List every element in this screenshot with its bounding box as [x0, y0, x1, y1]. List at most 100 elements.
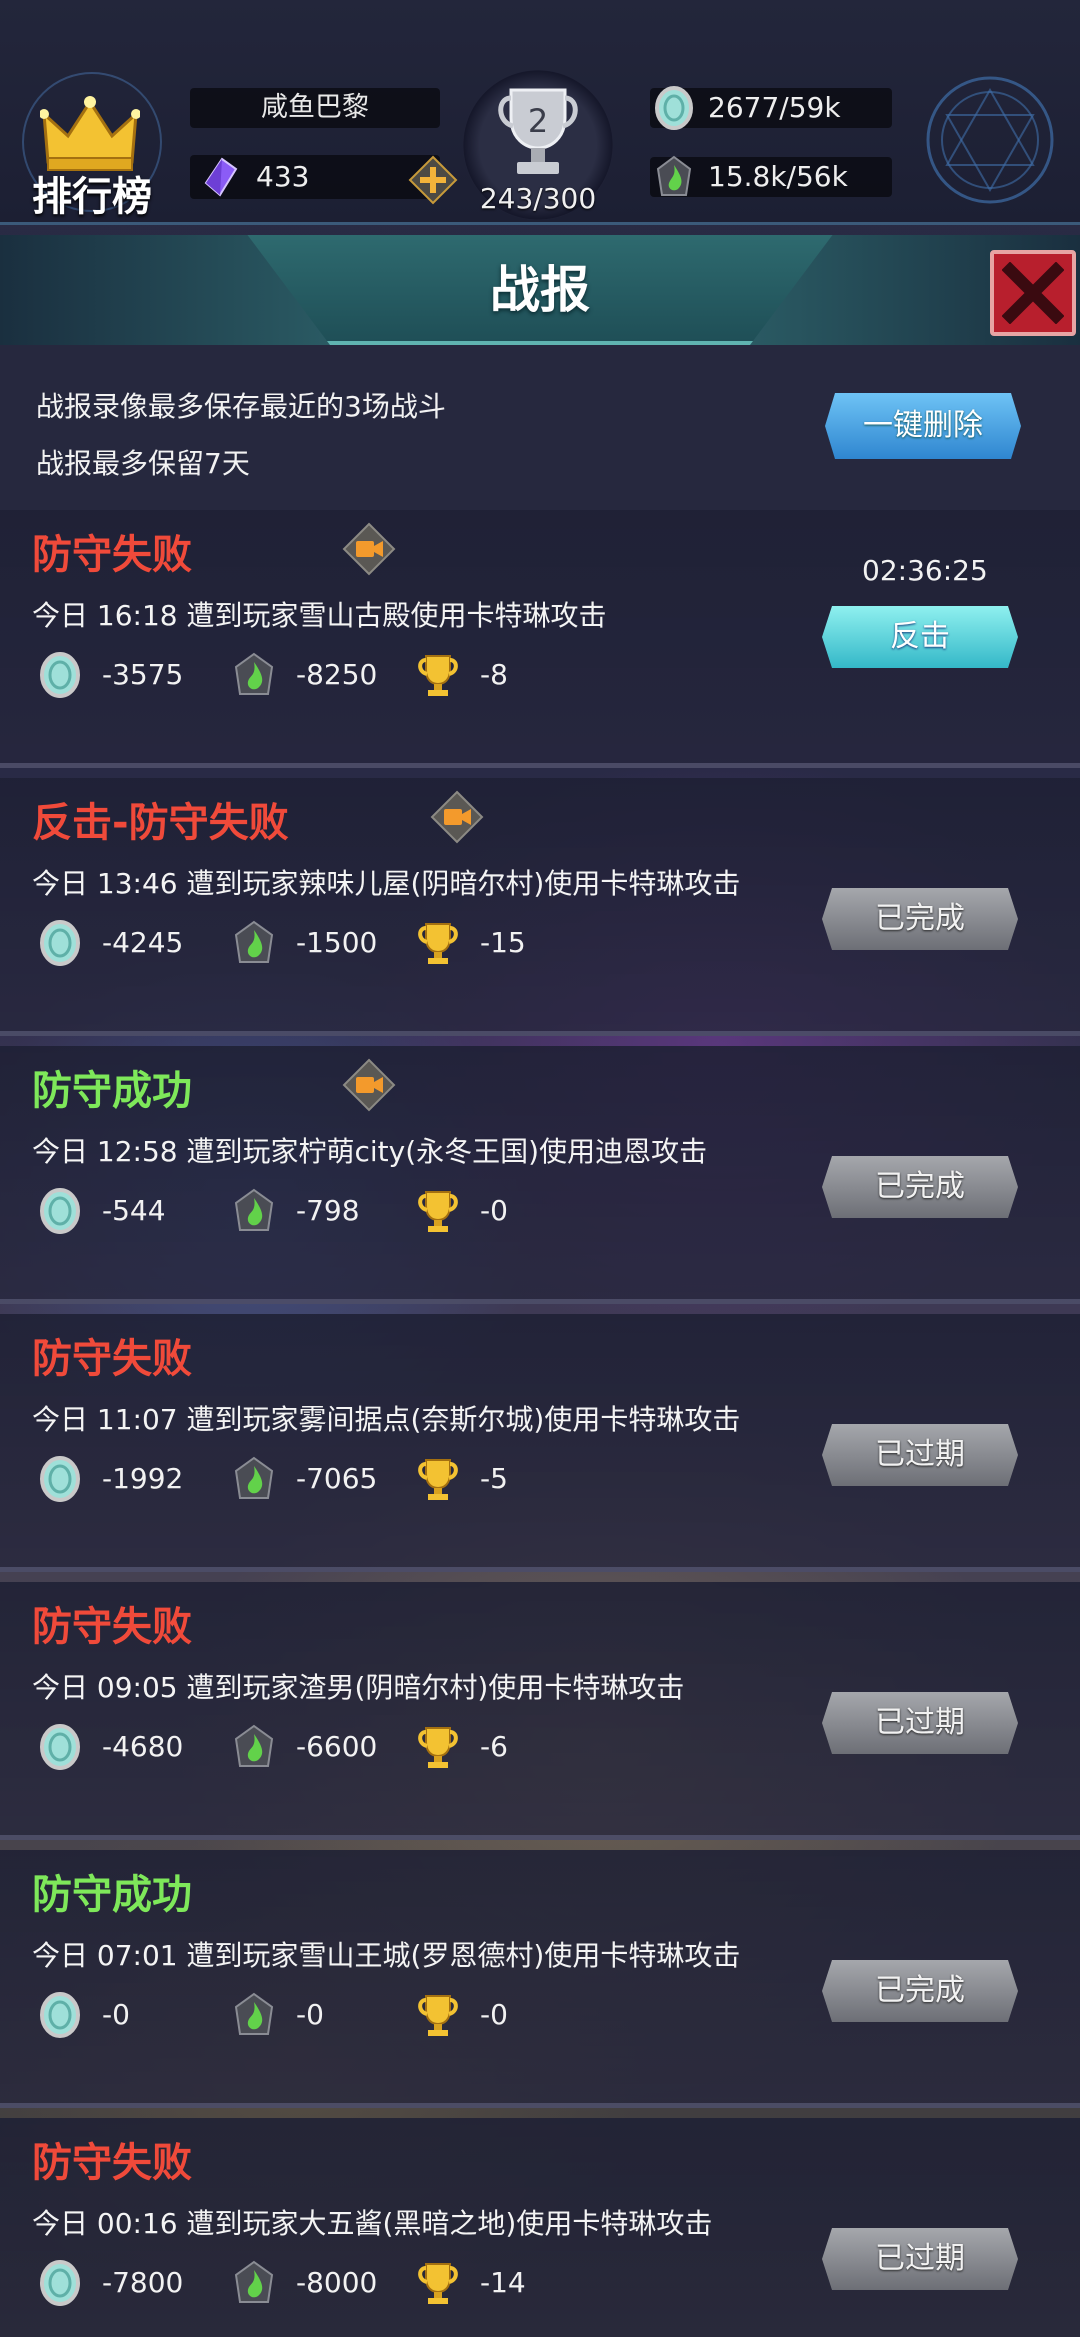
battle-record: 防守成功今日 12:58 遭到玩家柠萌city(永冬王国)使用迪恩攻击 -544 -… — [0, 1046, 1080, 1304]
gold-trophy-icon — [418, 2263, 458, 2304]
record-result-title: 反击-防守失败 — [32, 800, 289, 846]
green-drop-icon — [234, 1188, 274, 1231]
teal-coin-icon — [40, 652, 80, 698]
battle-record: 防守成功今日 07:01 遭到玩家雪山王城(罗恩德村)使用卡特琳攻击 -0 -0 -0… — [0, 1850, 1080, 2108]
elixir-loss-value: -7065 — [296, 1462, 378, 1495]
teal-coin-icon — [40, 920, 80, 966]
teal-coin-icon — [40, 1188, 80, 1234]
battle-record: 防守失败今日 16:18 遭到玩家雪山古殿使用卡特琳攻击 -3575 -8250 -8… — [0, 510, 1080, 768]
trophy-loss-value: -0 — [480, 1194, 508, 1227]
gold-trophy-icon — [418, 655, 458, 696]
teal-coin-icon — [655, 86, 693, 130]
gold-trophy-icon — [418, 923, 458, 964]
record-result-title: 防守成功 — [32, 1872, 192, 1918]
record-result-title: 防守成功 — [32, 1068, 192, 1114]
purple-gem-icon — [204, 157, 238, 197]
close-icon — [1002, 262, 1064, 324]
green-drop-icon — [234, 652, 274, 695]
record-result-title: 防守失败 — [32, 532, 192, 578]
leaderboard-label: 排行榜 — [32, 174, 152, 220]
battle-report-title-bar: 战报 — [0, 235, 1080, 345]
coin-loss-value: -3575 — [102, 658, 184, 691]
record-action-button[interactable]: 已过期 — [822, 1692, 1018, 1754]
record-description: 今日 11:07 遭到玩家雾间据点(奈斯尔城)使用卡特琳攻击 — [32, 1403, 741, 1436]
info-replay-limit: 战报录像最多保存最近的3场战斗 — [36, 390, 446, 423]
elixir-resource: 15.8k/56k — [650, 155, 892, 197]
replay-video-icon[interactable] — [342, 1058, 396, 1112]
coin-value: 2677/59k — [708, 91, 841, 124]
trophy-loss-value: -0 — [480, 1998, 508, 2031]
coin-loss-value: -0 — [102, 1998, 130, 2031]
elixir-value: 15.8k/56k — [708, 160, 848, 193]
coin-loss-value: -1992 — [102, 1462, 184, 1495]
trophy-loss-value: -8 — [480, 658, 508, 691]
record-description: 今日 09:05 遭到玩家渣男(阴暗尔村)使用卡特琳攻击 — [32, 1671, 685, 1704]
elixir-loss-value: -798 — [296, 1194, 360, 1227]
record-description: 今日 16:18 遭到玩家雪山古殿使用卡特琳攻击 — [32, 599, 607, 632]
teal-coin-icon — [40, 1456, 80, 1502]
magic-circle-icon — [926, 76, 1054, 204]
elixir-loss-value: -8250 — [296, 658, 378, 691]
battle-report-info: 战报录像最多保存最近的3场战斗 战报最多保留7天 一键删除 — [0, 345, 1080, 510]
gold-trophy-icon — [418, 1191, 458, 1232]
trophy-loss-value: -15 — [480, 926, 526, 959]
gold-trophy-icon — [418, 1459, 458, 1500]
elixir-loss-value: -0 — [296, 1998, 324, 2031]
replay-video-icon[interactable] — [430, 790, 484, 844]
record-description: 今日 07:01 遭到玩家雪山王城(罗恩德村)使用卡特琳攻击 — [32, 1939, 741, 1972]
record-action-button[interactable]: 已过期 — [822, 2228, 1018, 2290]
record-description: 今日 00:16 遭到玩家大五酱(黑暗之地)使用卡特琳攻击 — [32, 2207, 713, 2240]
elixir-loss-value: -8000 — [296, 2266, 378, 2299]
record-result-title: 防守失败 — [32, 1336, 192, 1382]
gold-trophy-icon — [418, 1727, 458, 1768]
record-description: 今日 13:46 遭到玩家辣味儿屋(阴暗尔村)使用卡特琳攻击 — [32, 867, 741, 900]
trophy-level-number: 2 — [528, 102, 548, 140]
coin-loss-value: -4680 — [102, 1730, 184, 1763]
revenge-timer: 02:36:25 — [862, 554, 988, 587]
battle-record: 防守失败今日 09:05 遭到玩家渣男(阴暗尔村)使用卡特琳攻击 -4680 -66… — [0, 1582, 1080, 1840]
record-action-button[interactable]: 已完成 — [822, 1960, 1018, 2022]
record-result-title: 防守失败 — [32, 1604, 192, 1650]
trophy-progress: 243/300 — [479, 182, 597, 215]
elixir-loss-value: -1500 — [296, 926, 378, 959]
coin-loss-value: -544 — [102, 1194, 166, 1227]
coin-loss-value: -4245 — [102, 926, 184, 959]
coin-resource: 2677/59k — [650, 86, 892, 130]
coin-loss-value: -7800 — [102, 2266, 184, 2299]
trophy-level-badge[interactable]: 2 243/300 — [463, 70, 613, 220]
battle-record: 防守失败今日 00:16 遭到玩家大五酱(黑暗之地)使用卡特琳攻击 -7800 -8… — [0, 2118, 1080, 2337]
panel-title: 战报 — [490, 261, 590, 319]
record-description: 今日 12:58 遭到玩家柠萌city(永冬王国)使用迪恩攻击 — [32, 1135, 708, 1168]
green-drop-icon — [234, 1724, 274, 1767]
green-drop-icon — [656, 155, 692, 196]
player-name: 咸鱼巴黎 — [190, 88, 440, 128]
info-retention: 战报最多保留7天 — [36, 447, 250, 480]
top-status-bar: 排行榜 咸鱼巴黎 433 2 243/300 2677/59k 15.8k/56… — [0, 0, 1080, 225]
record-action-button[interactable]: 反击 — [822, 606, 1018, 668]
record-action-button[interactable]: 已过期 — [822, 1424, 1018, 1486]
gem-counter: 433 — [190, 155, 440, 199]
trophy-loss-value: -14 — [480, 2266, 526, 2299]
battle-record: 反击-防守失败今日 13:46 遭到玩家辣味儿屋(阴暗尔村)使用卡特琳攻击 -42… — [0, 778, 1080, 1036]
battle-record: 防守失败今日 11:07 遭到玩家雾间据点(奈斯尔城)使用卡特琳攻击 -1992 -… — [0, 1314, 1080, 1572]
gold-trophy-icon — [418, 1995, 458, 2036]
trophy-loss-value: -6 — [480, 1730, 508, 1763]
leaderboard-button[interactable]: 排行榜 — [22, 72, 162, 222]
green-drop-icon — [234, 1456, 274, 1499]
elixir-loss-value: -6600 — [296, 1730, 378, 1763]
crown-icon — [40, 96, 140, 171]
record-action-button[interactable]: 已完成 — [822, 1156, 1018, 1218]
replay-video-icon[interactable] — [342, 522, 396, 576]
teal-coin-icon — [40, 1992, 80, 2038]
silver-trophy-icon: 2 — [498, 88, 578, 174]
record-action-button[interactable]: 已完成 — [822, 888, 1018, 950]
teal-coin-icon — [40, 2260, 80, 2306]
teal-coin-icon — [40, 1724, 80, 1770]
green-drop-icon — [234, 920, 274, 963]
add-gems-button[interactable] — [408, 155, 458, 205]
record-result-title: 防守失败 — [32, 2140, 192, 2186]
green-drop-icon — [234, 1992, 274, 2035]
green-drop-icon — [234, 2260, 274, 2303]
close-button[interactable] — [990, 250, 1076, 336]
delete-all-button[interactable]: 一键删除 — [825, 393, 1021, 459]
